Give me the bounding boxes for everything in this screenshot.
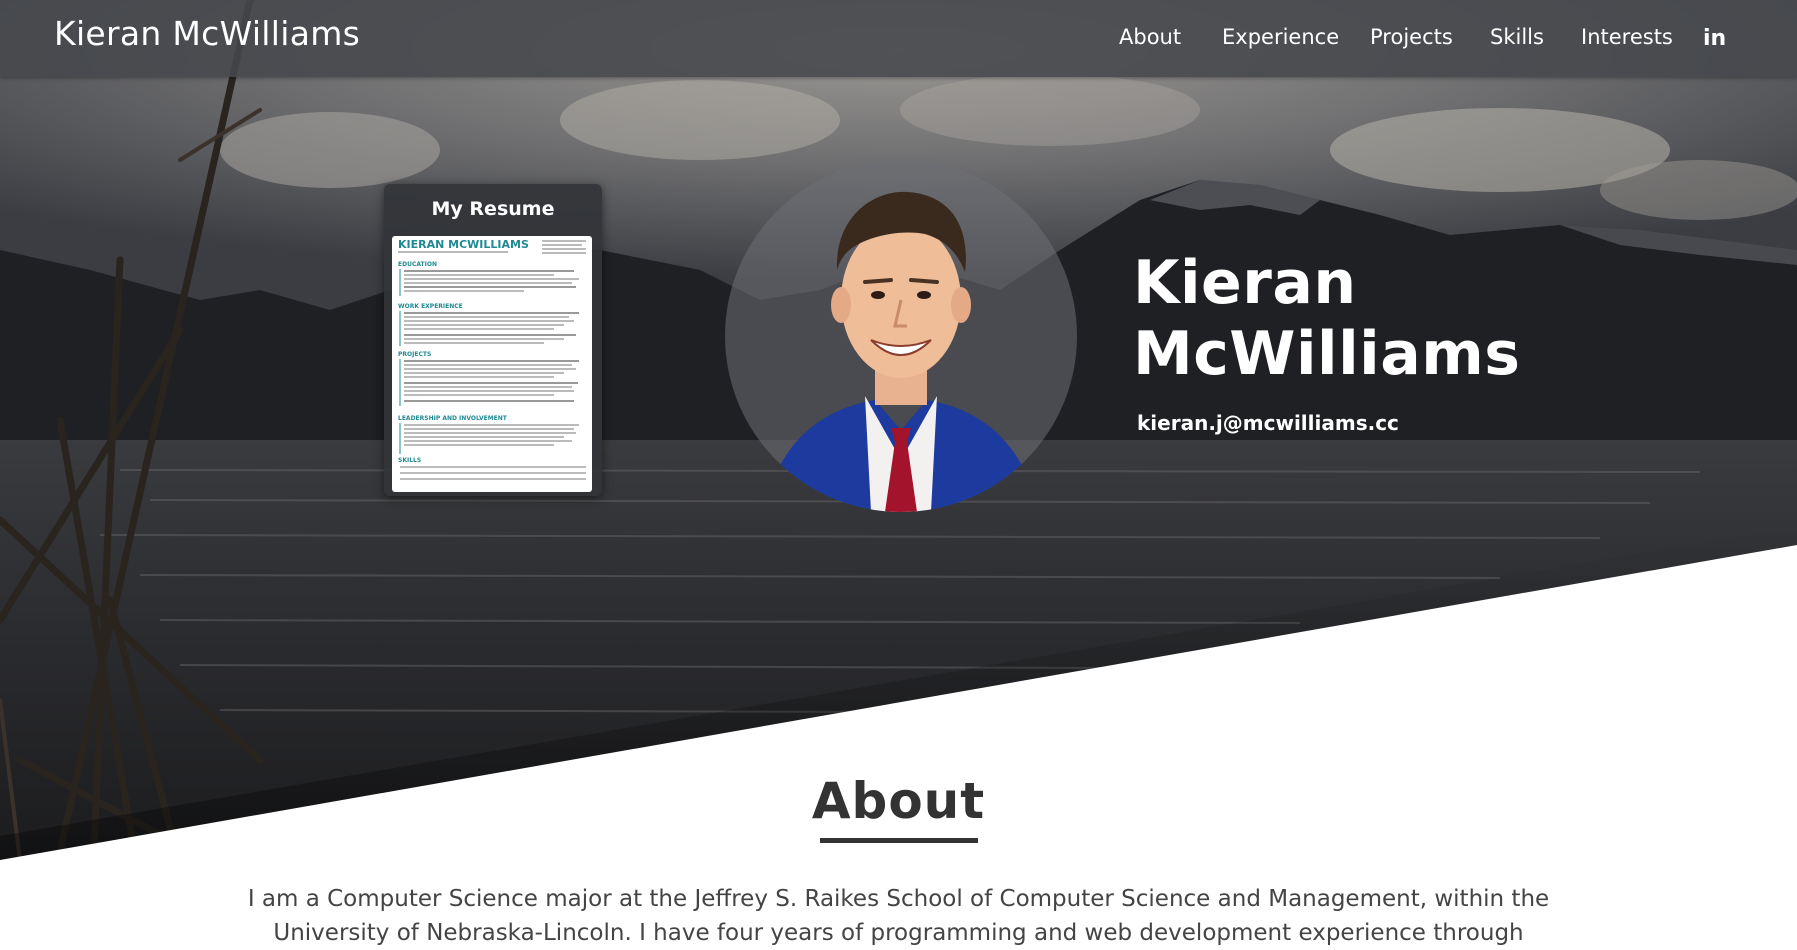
nav-link-about[interactable]: About — [1119, 25, 1181, 49]
resume-card[interactable]: My Resume KIERAN MCWILLIAMS EDUCATION WO… — [384, 184, 602, 496]
resume-header-text: KIERAN MCWILLIAMS — [398, 238, 529, 251]
resume-section-education: EDUCATION — [398, 261, 437, 268]
resume-section-projects: PROJECTS — [398, 351, 431, 358]
nav-link-interests[interactable]: Interests — [1581, 25, 1673, 49]
hero-name-heading: Kieran McWilliams — [1133, 248, 1633, 390]
about-heading-underline — [820, 838, 978, 843]
email-link[interactable]: kieran.j@mcwilliams.cc — [1137, 411, 1399, 435]
about-heading: About — [811, 772, 986, 830]
hero-last-name: McWilliams — [1133, 319, 1521, 389]
resume-section-skills: SKILLS — [398, 457, 421, 464]
nav-link-experience[interactable]: Experience — [1222, 25, 1339, 49]
brand-logo-link[interactable]: Kieran McWilliams — [54, 14, 360, 53]
nav-link-projects[interactable]: Projects — [1370, 25, 1453, 49]
hero-first-name: Kieran — [1133, 248, 1357, 318]
resume-section-leadership: LEADERSHIP AND INVOLVEMENT — [398, 415, 508, 422]
linkedin-icon[interactable]: in — [1703, 26, 1726, 51]
top-navbar: Kieran McWilliams About Experience Proje… — [0, 0, 1797, 77]
profile-photo — [725, 160, 1077, 512]
nav-link-skills[interactable]: Skills — [1490, 25, 1544, 49]
resume-title: My Resume — [431, 198, 555, 220]
resume-section-work: WORK EXPERIENCE — [398, 303, 463, 310]
about-paragraph: I am a Computer Science major at the Jef… — [247, 886, 1550, 946]
resume-preview[interactable]: KIERAN MCWILLIAMS EDUCATION WORK EXPERIE… — [392, 236, 592, 492]
